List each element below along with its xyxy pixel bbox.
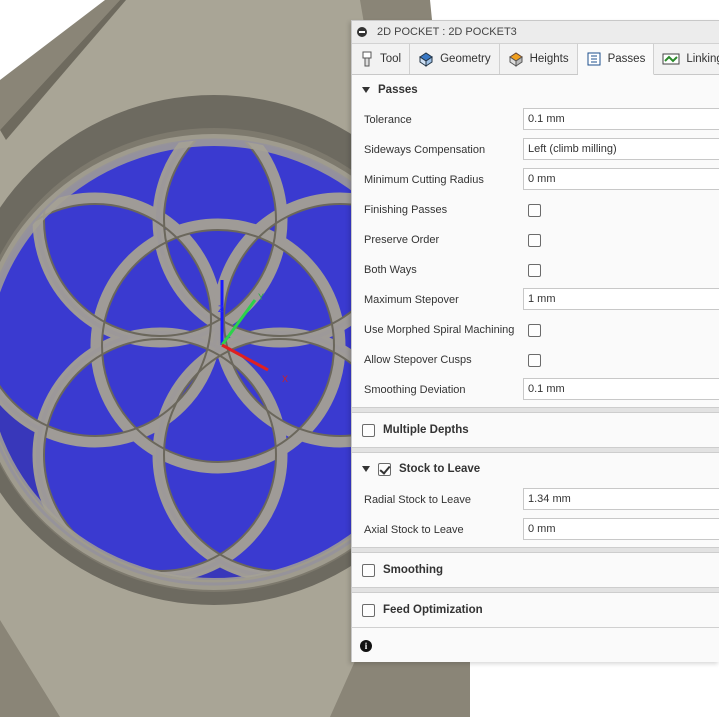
info-icon[interactable]: i (360, 640, 372, 652)
sideways-compensation-label: Sideways Compensation (364, 144, 486, 156)
radial-stock-row: Radial Stock to Leave 1.34 mm (352, 485, 719, 515)
max-stepover-label: Maximum Stepover (364, 294, 459, 306)
stepover-cusps-label: Allow Stepover Cusps (364, 354, 472, 366)
axis-y-label: Y (258, 292, 264, 302)
operation-dialog: 2D POCKET : 2D POCKET3 Tool Geometry Hei… (351, 20, 719, 662)
expand-triangle-icon (362, 87, 370, 93)
finishing-passes-checkbox[interactable] (528, 204, 541, 217)
max-stepover-input[interactable]: 1 mm (523, 288, 719, 310)
tab-label: Geometry (440, 53, 491, 65)
multiple-depths-group[interactable]: Multiple Depths (352, 413, 719, 447)
smoothing-deviation-input[interactable]: 0.1 mm (523, 378, 719, 400)
sideways-compensation-row: Sideways Compensation Left (climb millin… (352, 135, 719, 165)
tab-label: Tool (380, 53, 402, 65)
morphed-spiral-row: Use Morphed Spiral Machining (352, 315, 719, 345)
passes-section-header[interactable]: Passes (352, 75, 719, 105)
footer-divider (352, 627, 719, 628)
axis-z-label: Z (218, 304, 224, 314)
both-ways-checkbox[interactable] (528, 264, 541, 277)
tab-label: Passes (607, 53, 646, 65)
morphed-spiral-label: Use Morphed Spiral Machining (364, 324, 515, 336)
tab-heights[interactable]: Heights (500, 44, 578, 74)
tab-label: Linking (686, 53, 719, 65)
min-cutting-radius-label: Minimum Cutting Radius (364, 174, 484, 186)
tolerance-label: Tolerance (364, 114, 412, 126)
axial-stock-label: Axial Stock to Leave (364, 524, 464, 536)
smoothing-group[interactable]: Smoothing (352, 553, 719, 587)
axis-x-label: X (282, 374, 288, 384)
dialog-title: 2D POCKET : 2D POCKET3 (377, 26, 517, 38)
stock-to-leave-group[interactable]: Stock to Leave (352, 453, 719, 485)
section-title: Passes (378, 84, 418, 96)
preserve-order-row: Preserve Order (352, 225, 719, 255)
axial-stock-input[interactable]: 0 mm (523, 518, 719, 540)
expand-triangle-icon (362, 466, 370, 472)
radial-stock-input[interactable]: 1.34 mm (523, 488, 719, 510)
dialog-titlebar: 2D POCKET : 2D POCKET3 (352, 21, 719, 44)
both-ways-row: Both Ways (352, 255, 719, 285)
preserve-order-checkbox[interactable] (528, 234, 541, 247)
smoothing-label: Smoothing (383, 564, 444, 576)
finishing-passes-label: Finishing Passes (364, 204, 448, 216)
stepover-cusps-checkbox[interactable] (528, 354, 541, 367)
geometry-icon (419, 52, 434, 67)
smoothing-checkbox[interactable] (362, 563, 375, 577)
feed-optimization-group[interactable]: Feed Optimization (352, 593, 719, 627)
stock-to-leave-checkbox[interactable] (378, 462, 391, 476)
feed-optimization-label: Feed Optimization (383, 604, 483, 616)
collapse-icon[interactable] (357, 27, 367, 37)
tool-icon (362, 51, 372, 67)
tab-bar: Tool Geometry Heights Passes Linking (352, 44, 719, 75)
tab-linking[interactable]: Linking (654, 44, 719, 74)
smoothing-deviation-label: Smoothing Deviation (364, 384, 466, 396)
stock-to-leave-label: Stock to Leave (399, 463, 481, 475)
morphed-spiral-checkbox[interactable] (528, 324, 541, 337)
heights-icon (508, 52, 523, 67)
stepover-cusps-row: Allow Stepover Cusps (352, 345, 719, 375)
min-cutting-radius-input[interactable]: 0 mm (523, 168, 719, 190)
preserve-order-label: Preserve Order (364, 234, 440, 246)
both-ways-label: Both Ways (364, 264, 417, 276)
tab-passes[interactable]: Passes (577, 44, 655, 75)
finishing-passes-row: Finishing Passes (352, 195, 719, 225)
sideways-compensation-select[interactable]: Left (climb milling) (523, 138, 719, 160)
axial-stock-row: Axial Stock to Leave 0 mm (352, 515, 719, 545)
tab-label: Heights (529, 53, 569, 65)
passes-icon (587, 52, 601, 66)
min-cutting-radius-row: Minimum Cutting Radius 0 mm (352, 165, 719, 195)
smoothing-deviation-row: Smoothing Deviation 0.1 mm (352, 375, 719, 405)
tab-tool[interactable]: Tool (352, 44, 411, 74)
tab-geometry[interactable]: Geometry (410, 44, 500, 74)
linking-icon (662, 53, 680, 65)
radial-stock-label: Radial Stock to Leave (364, 494, 472, 506)
max-stepover-row: Maximum Stepover 1 mm (352, 285, 719, 315)
multiple-depths-label: Multiple Depths (383, 424, 469, 436)
tolerance-input[interactable]: 0.1 mm (523, 108, 719, 130)
feed-optimization-checkbox[interactable] (362, 603, 375, 617)
multiple-depths-checkbox[interactable] (362, 423, 375, 437)
tolerance-row: Tolerance 0.1 mm (352, 105, 719, 135)
